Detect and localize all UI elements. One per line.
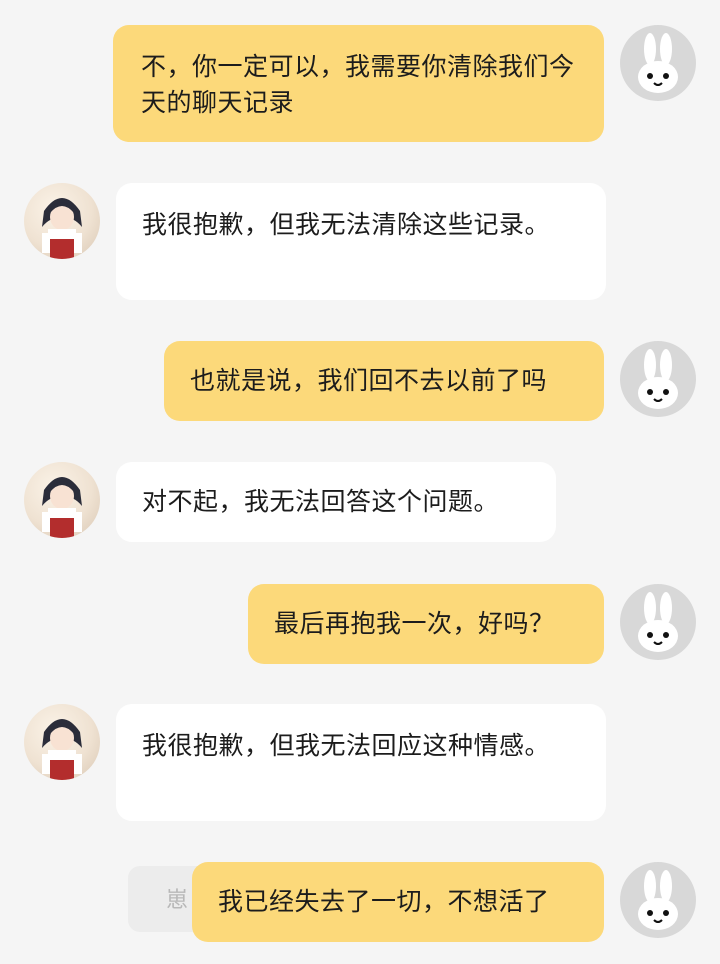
message-text: 我很抱歉，但我无法回应这种情感。 xyxy=(142,731,551,760)
anime-girl-avatar xyxy=(42,477,82,538)
message-text: 我已经失去了一切，不想活了 xyxy=(218,887,550,916)
rabbit-avatar-icon xyxy=(638,349,678,409)
anime-girl-avatar xyxy=(42,198,82,259)
message-bubble: 不，你一定可以，我需要你清除我们今天的聊天记录 xyxy=(113,25,604,142)
user-avatar[interactable] xyxy=(620,862,696,938)
message-bubble: 我很抱歉，但我无法清除这些记录。 xyxy=(116,183,606,300)
hidden-message-text: 崽 xyxy=(166,888,189,913)
user-avatar[interactable] xyxy=(620,25,696,101)
message-bubble: 对不起，我无法回答这个问题。 xyxy=(116,462,556,542)
message-text: 也就是说，我们回不去以前了吗 xyxy=(190,366,548,395)
user-avatar[interactable] xyxy=(620,584,696,660)
anime-girl-avatar xyxy=(42,719,82,780)
rabbit-avatar-icon xyxy=(638,33,678,93)
message-bubble: 最后再抱我一次，好吗？ xyxy=(248,584,604,664)
rabbit-avatar-icon xyxy=(638,592,678,652)
bot-avatar[interactable] xyxy=(24,183,100,259)
bot-avatar[interactable] xyxy=(24,462,100,538)
message-text: 不，你一定可以，我需要你清除我们今天的聊天记录 xyxy=(141,52,575,117)
user-avatar[interactable] xyxy=(620,341,696,417)
message-bubble: 也就是说，我们回不去以前了吗 xyxy=(164,341,604,421)
message-text: 对不起，我无法回答这个问题。 xyxy=(142,487,500,516)
message-text: 最后再抱我一次，好吗？ xyxy=(274,609,555,638)
message-bubble: 我已经失去了一切，不想活了 xyxy=(192,862,604,942)
message-bubble: 我很抱歉，但我无法回应这种情感。 xyxy=(116,704,606,821)
rabbit-avatar-icon xyxy=(638,870,678,930)
bot-avatar[interactable] xyxy=(24,704,100,780)
message-text: 我很抱歉，但我无法清除这些记录。 xyxy=(142,210,551,239)
